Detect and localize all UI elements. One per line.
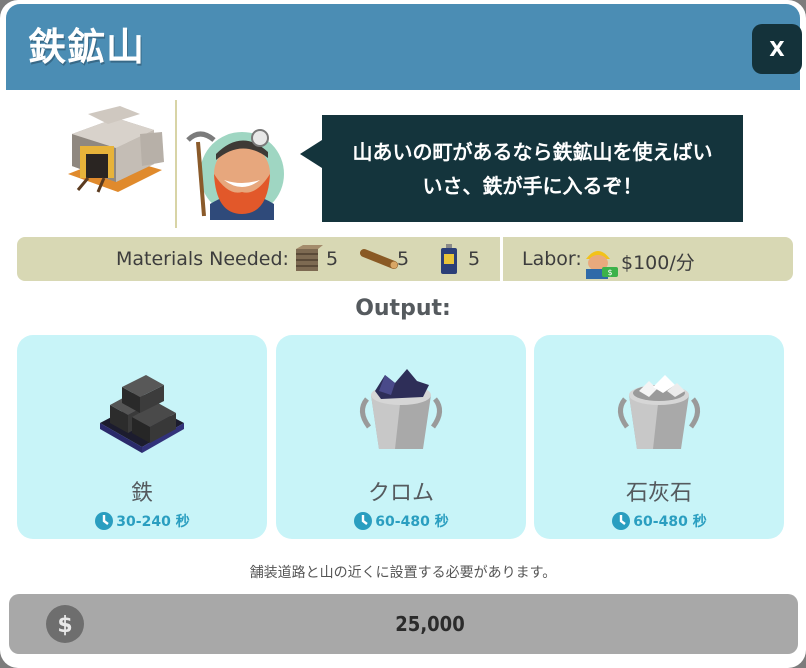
speech-line-1: 山あいの町があるなら鉄鉱山を使えばい [352,140,713,164]
planks-amount: 5 [326,248,339,270]
log-icon [360,249,398,269]
materials-separator [500,237,503,281]
labor-cost: $100/分 [621,252,695,274]
planks-icon [296,245,323,271]
output-time-text: 60-480 秒 [375,514,449,530]
mine-building-icon [68,106,164,193]
hero-divider [175,100,177,228]
price-label: 25,000 [395,612,465,636]
output-name: クロム [367,481,434,506]
worker-cash-icon: $ [586,251,618,279]
output-name: 石灰石 [625,481,692,506]
output-title: Output: [355,296,451,321]
output-time: 60-480 秒 [534,511,784,531]
materials-bar: Materials Needed: 5 5 5 Labor: $ $100/分 [17,237,793,281]
speech-bubble: 山あいの町があるなら鉄鉱山を使えばい いさ、鉄が手に入るぞ！ [322,115,743,222]
limestone-bucket-icon [618,375,700,449]
battery-amount: 5 [468,248,481,270]
output-card-chromium[interactable]: クロム 60-480 秒 [276,335,526,539]
placement-note: 舗装道路と山の近くに設置する必要があります。 [249,565,557,581]
labor-label: Labor: [522,248,582,270]
speech-bubble-tail [300,140,322,168]
chromium-bucket-icon [360,369,442,449]
clock-icon [612,512,631,530]
mine-dialog: 鉄鉱山 X 山あいの町があるなら鉄鉱山を使えばい いさ、鉄が手に入るぞ！ Mat [0,0,806,668]
clock-icon [95,512,114,530]
output-time: 30-240 秒 [17,511,267,531]
purchase-button[interactable]: $ 25,000 [9,594,798,654]
dialog-title: 鉄鉱山 [28,25,146,69]
output-time-text: 60-480 秒 [633,514,707,530]
close-button[interactable]: X [752,24,802,74]
materials-label: Materials Needed: [116,248,289,270]
speech-line-2: いさ、鉄が手に入るぞ！ [422,174,643,198]
battery-icon [441,244,457,274]
svg-text:$: $ [607,268,612,277]
output-time: 60-480 秒 [276,511,526,531]
dialog-header: 鉄鉱山 X [6,4,802,90]
output-card-iron[interactable]: 鉄 30-240 秒 [17,335,267,539]
output-card-limestone[interactable]: 石灰石 60-480 秒 [534,335,784,539]
iron-ingot-icon [100,375,184,453]
log-amount: 5 [397,248,410,270]
output-time-text: 30-240 秒 [116,514,190,530]
clock-icon [354,512,373,530]
output-name: 鉄 [130,481,153,506]
miner-character-icon [186,129,284,220]
